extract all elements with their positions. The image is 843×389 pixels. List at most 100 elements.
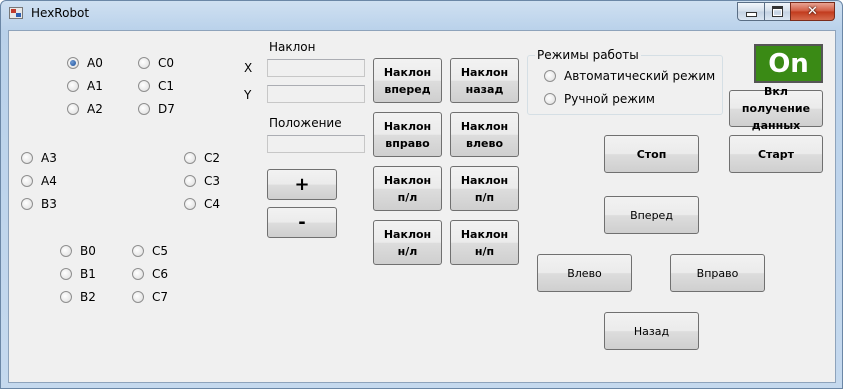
y-label: Y bbox=[244, 88, 252, 102]
tilt-right-button[interactable]: Наклон вправо bbox=[373, 112, 442, 157]
radio-circle bbox=[21, 198, 33, 210]
stop-button[interactable]: Стоп bbox=[604, 135, 699, 173]
close-button[interactable]: ✕ bbox=[790, 2, 835, 21]
radio-c4[interactable]: C4 bbox=[184, 196, 220, 212]
close-icon: ✕ bbox=[807, 4, 818, 19]
form-client-area: A0 A1 A2 A3 A4 B3 C0 C1 D7 C2 C3 C4 B0 B… bbox=[8, 30, 836, 383]
tilt-forward-button[interactable]: Наклон вперед bbox=[373, 58, 442, 103]
maximize-icon bbox=[772, 6, 783, 17]
radio-label: C4 bbox=[204, 197, 221, 211]
enable-data-button[interactable]: Вкл получение данных bbox=[729, 85, 823, 132]
radio-d7[interactable]: D7 bbox=[138, 101, 175, 117]
radio-label: C6 bbox=[152, 267, 169, 281]
radio-circle bbox=[184, 175, 196, 187]
radio-label: A4 bbox=[41, 174, 57, 188]
radio-label: C1 bbox=[158, 79, 175, 93]
radio-label: B3 bbox=[41, 197, 57, 211]
radio-label: A1 bbox=[87, 79, 103, 93]
left-button[interactable]: Влево bbox=[537, 254, 632, 292]
button-text: Наклон п/п bbox=[460, 173, 509, 204]
radio-circle bbox=[60, 245, 72, 257]
radio-label: A0 bbox=[87, 56, 103, 70]
maximize-button[interactable] bbox=[764, 2, 790, 21]
app-window: HexRobot ✕ A0 A1 A2 A3 A4 B3 C0 C1 D7 C2… bbox=[0, 0, 843, 389]
tilt-front-right-button[interactable]: Наклон п/п bbox=[450, 166, 519, 211]
radio-c5[interactable]: C5 bbox=[132, 243, 168, 259]
position-field[interactable] bbox=[267, 135, 365, 153]
radio-a0[interactable]: A0 bbox=[67, 55, 103, 71]
radio-circle bbox=[21, 152, 33, 164]
radio-label: B1 bbox=[80, 267, 96, 281]
radio-circle bbox=[138, 57, 150, 69]
minimize-button[interactable] bbox=[737, 2, 764, 21]
radio-label: D7 bbox=[158, 102, 175, 116]
radio-a4[interactable]: A4 bbox=[21, 173, 57, 189]
tilt-rear-right-button[interactable]: Наклон н/п bbox=[450, 220, 519, 265]
radio-auto-mode[interactable]: Автоматический режим bbox=[544, 68, 715, 84]
radio-circle bbox=[544, 93, 556, 105]
tilt-rear-left-button[interactable]: Наклон н/л bbox=[373, 220, 442, 265]
radio-label: B0 bbox=[80, 244, 96, 258]
right-button[interactable]: Вправо bbox=[670, 254, 765, 292]
radio-label: Автоматический режим bbox=[564, 69, 716, 83]
radio-c7[interactable]: C7 bbox=[132, 289, 168, 305]
radio-circle bbox=[60, 268, 72, 280]
indicator-text: On bbox=[768, 48, 809, 79]
radio-a2[interactable]: A2 bbox=[67, 101, 103, 117]
tilt-y-field[interactable] bbox=[267, 85, 365, 103]
radio-circle bbox=[132, 245, 144, 257]
radio-circle bbox=[132, 291, 144, 303]
power-indicator: On bbox=[754, 44, 823, 83]
radio-circle bbox=[138, 103, 150, 115]
radio-c1[interactable]: C1 bbox=[138, 78, 174, 94]
radio-c3[interactable]: C3 bbox=[184, 173, 220, 189]
start-button[interactable]: Старт bbox=[729, 135, 823, 173]
radio-b1[interactable]: B1 bbox=[60, 266, 96, 282]
back-button[interactable]: Назад bbox=[604, 312, 699, 350]
radio-b2[interactable]: B2 bbox=[60, 289, 96, 305]
button-text: Наклон вперед bbox=[383, 65, 432, 96]
button-text: Наклон назад bbox=[460, 65, 509, 96]
tilt-x-field[interactable] bbox=[267, 59, 365, 77]
radio-circle bbox=[67, 103, 79, 115]
title-bar[interactable]: HexRobot ✕ bbox=[1, 1, 842, 25]
radio-circle bbox=[138, 80, 150, 92]
radio-b3[interactable]: B3 bbox=[21, 196, 57, 212]
modes-group-title: Режимы работы bbox=[535, 48, 641, 62]
radio-circle bbox=[544, 70, 556, 82]
radio-label: Ручной режим bbox=[564, 92, 655, 106]
plus-button[interactable]: + bbox=[267, 169, 337, 200]
radio-c2[interactable]: C2 bbox=[184, 150, 220, 166]
tilt-front-left-button[interactable]: Наклон п/л bbox=[373, 166, 442, 211]
button-text: Наклон п/л bbox=[383, 173, 432, 204]
forward-button[interactable]: Вперед bbox=[604, 196, 699, 234]
radio-b0[interactable]: B0 bbox=[60, 243, 96, 259]
radio-circle bbox=[67, 57, 79, 69]
minus-button[interactable]: - bbox=[267, 207, 337, 238]
button-text: Наклон влево bbox=[460, 119, 509, 150]
radio-manual-mode[interactable]: Ручной режим bbox=[544, 91, 655, 107]
radio-label: C3 bbox=[204, 174, 221, 188]
radio-label: B2 bbox=[80, 290, 96, 304]
button-text: Наклон н/л bbox=[383, 227, 432, 258]
radio-a3[interactable]: A3 bbox=[21, 150, 57, 166]
radio-c6[interactable]: C6 bbox=[132, 266, 168, 282]
radio-label: C7 bbox=[152, 290, 169, 304]
tilt-left-button[interactable]: Наклон влево bbox=[450, 112, 519, 157]
button-text: Наклон н/п bbox=[460, 227, 509, 258]
radio-circle bbox=[21, 175, 33, 187]
minimize-icon bbox=[745, 12, 757, 17]
tilt-back-button[interactable]: Наклон назад bbox=[450, 58, 519, 103]
x-label: X bbox=[244, 61, 253, 75]
radio-c0[interactable]: C0 bbox=[138, 55, 174, 71]
radio-circle bbox=[184, 152, 196, 164]
radio-label: C2 bbox=[204, 151, 221, 165]
radio-a1[interactable]: A1 bbox=[67, 78, 103, 94]
radio-label: A2 bbox=[87, 102, 103, 116]
app-icon bbox=[9, 7, 23, 19]
button-text: Наклон вправо bbox=[383, 119, 432, 150]
radio-label: A3 bbox=[41, 151, 57, 165]
tilt-label: Наклон bbox=[269, 40, 316, 54]
radio-label: C0 bbox=[158, 56, 175, 70]
radio-circle bbox=[67, 80, 79, 92]
